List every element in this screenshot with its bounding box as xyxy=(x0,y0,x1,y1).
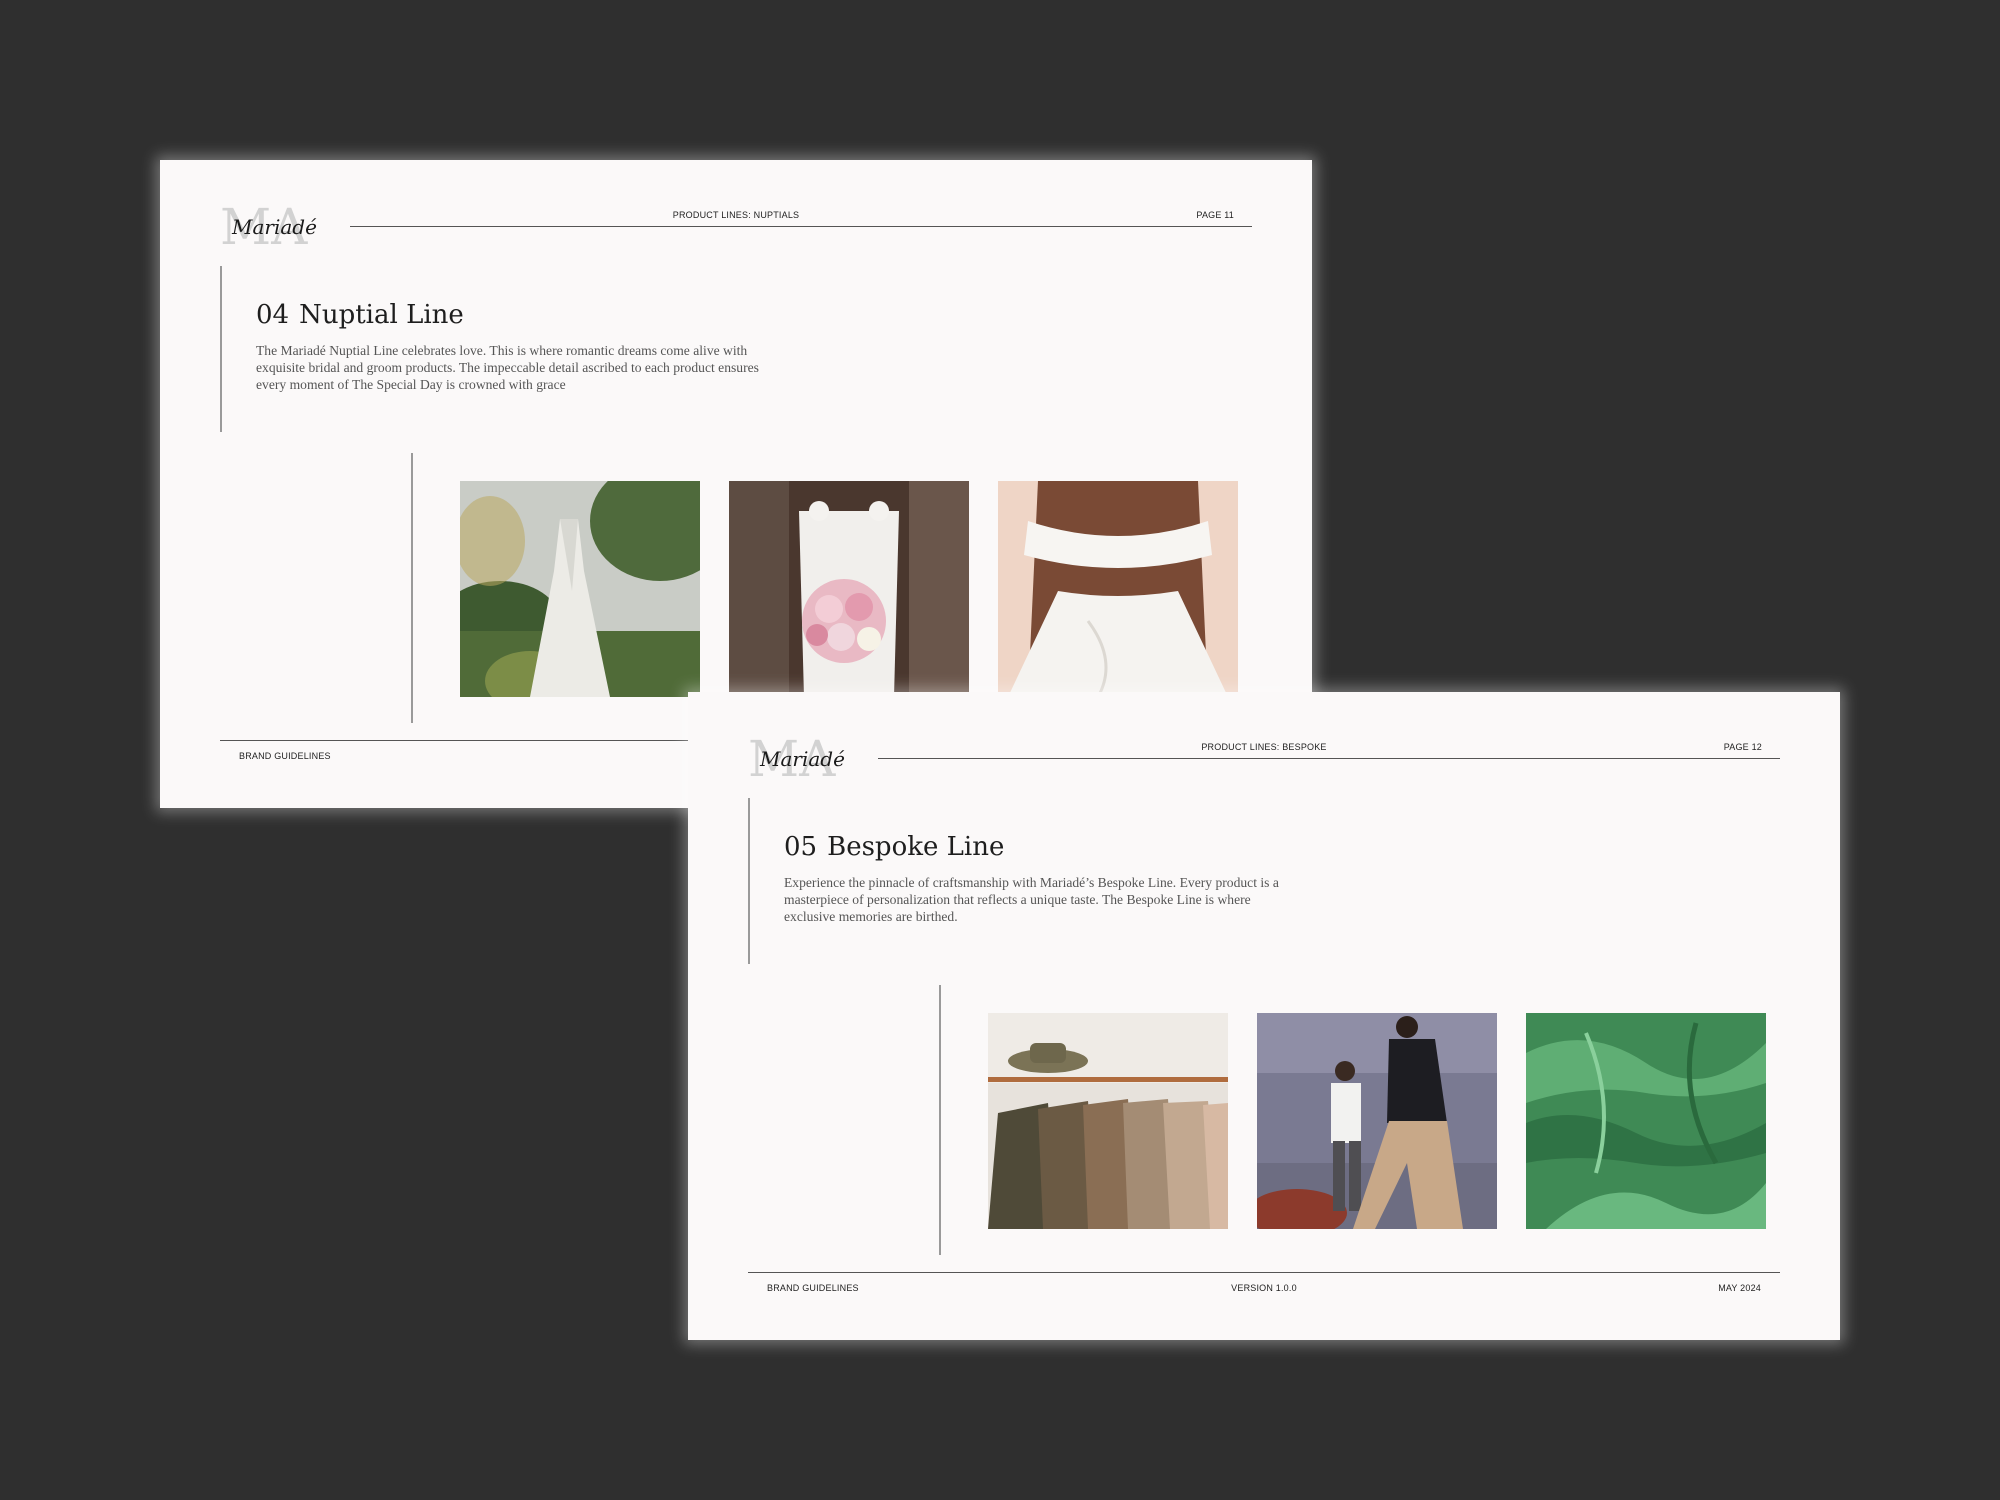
photo-offshoulder-gown xyxy=(998,481,1238,697)
photo-wedding-dress-garden xyxy=(460,481,700,697)
header-divider xyxy=(350,226,1252,227)
page-title: 05 Bespoke Line xyxy=(784,832,1004,862)
section-description: Experience the pinnacle of craftsmanship… xyxy=(784,875,1279,924)
section-number: 05 xyxy=(784,832,818,862)
page-number: PAGE 11 xyxy=(1196,210,1234,220)
brand-logo: MA Mariadé xyxy=(220,200,330,248)
photo-bride-bouquet xyxy=(729,481,969,697)
photo-clothing-rack xyxy=(988,1013,1228,1229)
section-title: Bespoke Line xyxy=(827,832,1005,862)
footer-version: VERSION 1.0.0 xyxy=(1231,1283,1297,1293)
footer-divider xyxy=(748,1272,1780,1273)
section-description: The Mariadé Nuptial Line celebrates love… xyxy=(256,343,759,392)
photo-two-models xyxy=(1257,1013,1497,1229)
section-number: 04 xyxy=(256,300,290,330)
section-title: Nuptial Line xyxy=(299,300,464,330)
page-bespoke-line: MA Mariadé PRODUCT LINES: BESPOKE PAGE 1… xyxy=(688,692,1840,1340)
photo-green-silk xyxy=(1526,1013,1766,1229)
title-accent-bar xyxy=(748,798,750,964)
section-label: PRODUCT LINES: BESPOKE xyxy=(1201,742,1327,752)
footer-brand-guidelines: BRAND GUIDELINES xyxy=(239,751,331,761)
brand-logo: MA Mariadé xyxy=(748,732,858,780)
gallery-accent-bar xyxy=(939,985,941,1255)
footer-date: MAY 2024 xyxy=(1718,1283,1761,1293)
page-number: PAGE 12 xyxy=(1723,742,1762,752)
title-accent-bar xyxy=(220,266,222,432)
section-label: PRODUCT LINES: NUPTIALS xyxy=(672,210,800,220)
header-divider xyxy=(878,758,1780,759)
gallery-accent-bar xyxy=(411,453,413,723)
page-title: 04 Nuptial Line xyxy=(256,300,464,330)
